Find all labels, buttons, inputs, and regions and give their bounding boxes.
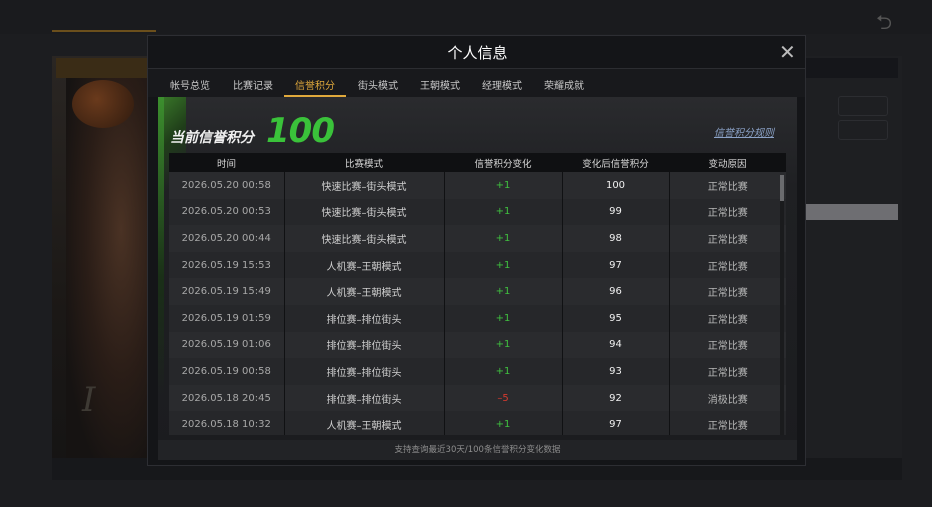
- table-row: 2026.05.20 00:53 快速比赛–街头模式 +1 99 正常比赛: [169, 198, 786, 226]
- cell-after: 97: [562, 251, 670, 279]
- cell-reason: 正常比赛: [669, 331, 786, 359]
- table-scrollbar-track[interactable]: [780, 175, 784, 435]
- table-row: 2026.05.18 20:45 排位赛–排位街头 –5 92 消极比赛: [169, 384, 786, 412]
- background-highlight-row: [806, 204, 898, 220]
- back-icon: ⮌: [876, 10, 893, 34]
- cell-change: +1: [444, 172, 563, 199]
- cell-change: +1: [444, 278, 563, 305]
- cell-reason: 正常比赛: [669, 358, 786, 385]
- column-header-reason: 变动原因: [669, 153, 786, 172]
- background-subtab: [56, 58, 156, 78]
- cell-time: 2026.05.18 10:32: [169, 411, 285, 435]
- cell-mode: 快速比赛–街头模式: [284, 198, 445, 226]
- cell-reason: 正常比赛: [669, 304, 786, 332]
- cell-after: 96: [562, 278, 670, 305]
- table-row: 2026.05.20 00:58 快速比赛–街头模式 +1 100 正常比赛: [169, 172, 786, 199]
- table-row: 2026.05.20 00:44 快速比赛–街头模式 +1 98 正常比赛: [169, 225, 786, 252]
- background-nav-underline: [52, 30, 156, 32]
- tab-credit-score[interactable]: 信誉积分: [295, 77, 335, 92]
- cell-reason: 正常比赛: [669, 198, 786, 226]
- personal-info-modal: 个人信息 ✕ 帐号总览 比赛记录 信誉积分 街头模式 王朝模式 经理模式 荣耀成…: [147, 35, 806, 466]
- background-button: [838, 120, 888, 140]
- cell-mode: 人机赛–王朝模式: [284, 278, 445, 305]
- cell-reason: 正常比赛: [669, 278, 786, 305]
- tab-match-records[interactable]: 比赛记录: [233, 77, 273, 92]
- cell-time: 2026.05.19 15:49: [169, 278, 285, 305]
- cell-time: 2026.05.20 00:58: [169, 172, 285, 199]
- table-row: 2026.05.19 01:59 排位赛–排位街头 +1 95 正常比赛: [169, 304, 786, 332]
- cell-time: 2026.05.20 00:44: [169, 225, 285, 252]
- cell-after: 100: [562, 172, 670, 199]
- cell-change: –5: [444, 384, 563, 412]
- close-icon[interactable]: ✕: [779, 42, 796, 62]
- cell-mode: 人机赛–王朝模式: [284, 411, 445, 435]
- background-dropdown: [806, 58, 898, 78]
- cell-after: 99: [562, 198, 670, 226]
- cell-time: 2026.05.20 00:53: [169, 198, 285, 226]
- cell-change: +1: [444, 251, 563, 279]
- cell-reason: 正常比赛: [669, 172, 786, 199]
- cell-mode: 排位赛–排位街头: [284, 358, 445, 385]
- column-header-mode: 比赛模式: [284, 153, 444, 172]
- table-header-row: 时间 比赛模式 信誉积分变化 变化后信誉积分 变动原因: [169, 153, 786, 172]
- cell-mode: 人机赛–王朝模式: [284, 251, 445, 279]
- current-credit-value: 100: [266, 111, 335, 151]
- cell-change: +1: [444, 225, 563, 252]
- tab-manager-mode[interactable]: 经理模式: [482, 77, 522, 92]
- cell-mode: 排位赛–排位街头: [284, 384, 445, 412]
- tab-account-overview[interactable]: 帐号总览: [170, 77, 210, 92]
- credit-score-panel: 当前信誉积分 100 信誉积分规则 时间 比赛模式 信誉积分变化 变化后信誉积分…: [158, 97, 797, 453]
- tab-bar: 帐号总览 比赛记录 信誉积分 街头模式 王朝模式 经理模式 荣耀成就: [148, 68, 805, 97]
- column-header-change: 信誉积分变化: [444, 153, 562, 172]
- tab-honor-achievements[interactable]: 荣耀成就: [544, 77, 584, 92]
- cell-time: 2026.05.19 15:53: [169, 251, 285, 279]
- cell-after: 97: [562, 411, 670, 435]
- cell-time: 2026.05.19 00:58: [169, 358, 285, 385]
- cell-time: 2026.05.19 01:59: [169, 304, 285, 332]
- basketball-icon: [72, 80, 134, 128]
- cell-reason: 正常比赛: [669, 411, 786, 435]
- credit-history-table: 时间 比赛模式 信誉积分变化 变化后信誉积分 变动原因 2026.05.20 0…: [169, 153, 786, 435]
- cell-change: +1: [444, 198, 563, 226]
- background-button: [838, 96, 888, 116]
- cell-change: +1: [444, 304, 563, 332]
- background-signature: I: [82, 380, 96, 420]
- modal-title: 个人信息: [447, 44, 508, 62]
- cell-mode: 快速比赛–街头模式: [284, 172, 445, 199]
- table-row: 2026.05.19 15:49 人机赛–王朝模式 +1 96 正常比赛: [169, 278, 786, 305]
- cell-after: 95: [562, 304, 670, 332]
- cell-change: +1: [444, 331, 563, 359]
- decorative-stripe: [158, 97, 164, 397]
- table-row: 2026.05.18 10:32 人机赛–王朝模式 +1 97 正常比赛: [169, 411, 786, 435]
- cell-mode: 排位赛–排位街头: [284, 304, 445, 332]
- cell-reason: 正常比赛: [669, 225, 786, 252]
- cell-after: 92: [562, 384, 670, 412]
- table-row: 2026.05.19 15:53 人机赛–王朝模式 +1 97 正常比赛: [169, 251, 786, 279]
- current-credit-label: 当前信誉积分: [170, 130, 254, 146]
- cell-change: +1: [444, 358, 563, 385]
- cell-after: 98: [562, 225, 670, 252]
- cell-time: 2026.05.19 01:06: [169, 331, 285, 359]
- table-scrollbar-thumb[interactable]: [780, 175, 784, 201]
- cell-after: 94: [562, 331, 670, 359]
- footer-note: 支持查询最近30天/100条信誉积分变化数据: [158, 440, 797, 460]
- table-row: 2026.05.19 00:58 排位赛–排位街头 +1 93 正常比赛: [169, 358, 786, 385]
- cell-mode: 快速比赛–街头模式: [284, 225, 445, 252]
- credit-rules-link[interactable]: 信誉积分规则: [714, 124, 774, 139]
- cell-time: 2026.05.18 20:45: [169, 384, 285, 412]
- cell-reason: 消极比赛: [669, 384, 786, 412]
- cell-mode: 排位赛–排位街头: [284, 331, 445, 359]
- cell-after: 93: [562, 358, 670, 385]
- column-header-time: 时间: [169, 153, 284, 172]
- tab-dynasty-mode[interactable]: 王朝模式: [420, 77, 460, 92]
- tab-street-mode[interactable]: 街头模式: [358, 77, 398, 92]
- column-header-after: 变化后信誉积分: [562, 153, 669, 172]
- cell-change: +1: [444, 411, 563, 435]
- background-top-nav: [0, 0, 932, 34]
- cell-reason: 正常比赛: [669, 251, 786, 279]
- table-row: 2026.05.19 01:06 排位赛–排位街头 +1 94 正常比赛: [169, 331, 786, 359]
